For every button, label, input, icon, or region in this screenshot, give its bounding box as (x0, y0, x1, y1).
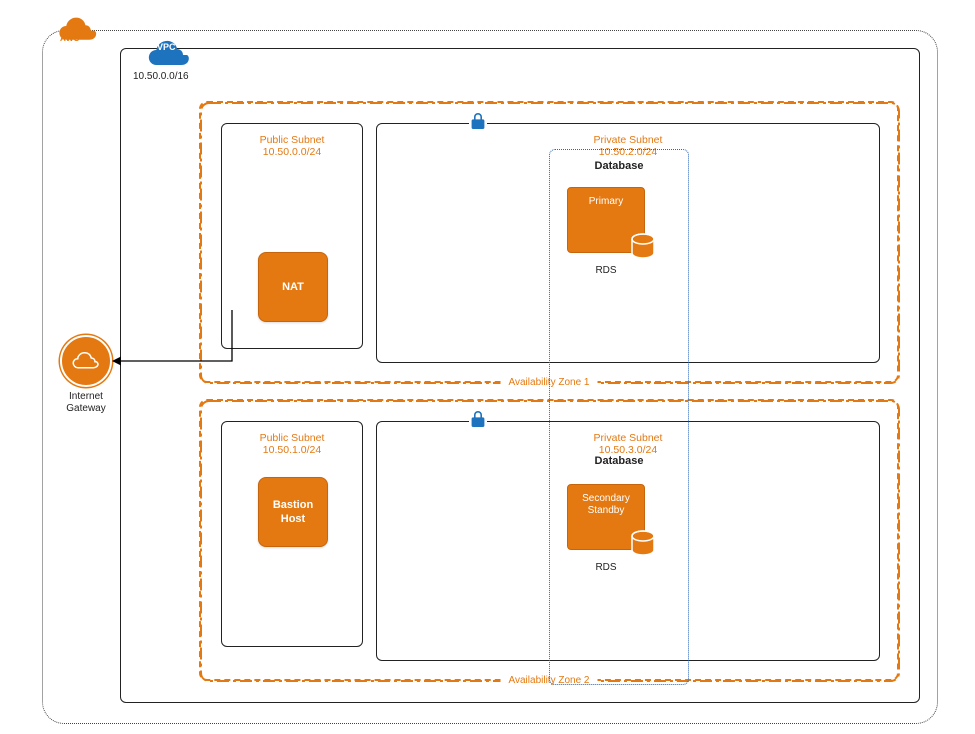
database-cylinder-icon (628, 529, 658, 559)
vpc-box: VPC 10.50.0.0/16 Public Subnet 10.50.0.0… (120, 48, 920, 703)
nat-label: NAT (282, 280, 304, 294)
aws-label: AWS (60, 34, 80, 43)
database-title: Database (550, 160, 688, 172)
subnet-cidr: 10.50.0.0/24 (222, 146, 362, 158)
internet-gateway-icon (60, 335, 112, 387)
bastion-box: BastionHost (258, 477, 328, 547)
subnet-title: Private Subnet (377, 134, 879, 146)
rds-secondary-node: SecondaryStandby RDS (567, 484, 645, 573)
subnet-title: Public Subnet (222, 134, 362, 146)
nat-node: NAT (258, 252, 328, 322)
database-cylinder-icon (628, 232, 658, 262)
bastion-label: BastionHost (273, 498, 313, 527)
igw-label: InternetGateway (60, 391, 112, 415)
rds-secondary-label: SecondaryStandby (568, 485, 644, 517)
az1-public-subnet: Public Subnet 10.50.0.0/24 NAT (221, 123, 363, 349)
nat-box: NAT (258, 252, 328, 322)
rds-primary-label: Primary (568, 188, 644, 208)
lock-icon (469, 111, 487, 131)
rds-secondary-box: SecondaryStandby (567, 484, 645, 550)
vpc-cidr: 10.50.0.0/16 (133, 71, 189, 82)
rds-primary-service: RDS (567, 265, 645, 276)
diagram-canvas: AWS VPC 10.50.0.0/16 Public Subnet 10.50… (0, 0, 975, 734)
rds-primary-node: Primary RDS (567, 187, 645, 276)
rds-secondary-service: RDS (567, 562, 645, 573)
rds-primary-box: Primary (567, 187, 645, 253)
subnet-cidr: 10.50.1.0/24 (222, 444, 362, 456)
lock-icon (469, 409, 487, 429)
az2-public-subnet: Public Subnet 10.50.1.0/24 BastionHost (221, 421, 363, 647)
internet-gateway: InternetGateway (60, 335, 112, 415)
subnet-title: Public Subnet (222, 432, 362, 444)
bastion-node: BastionHost (258, 477, 328, 547)
vpc-label: VPC (157, 42, 176, 52)
database-title-az2: Database (550, 455, 688, 467)
